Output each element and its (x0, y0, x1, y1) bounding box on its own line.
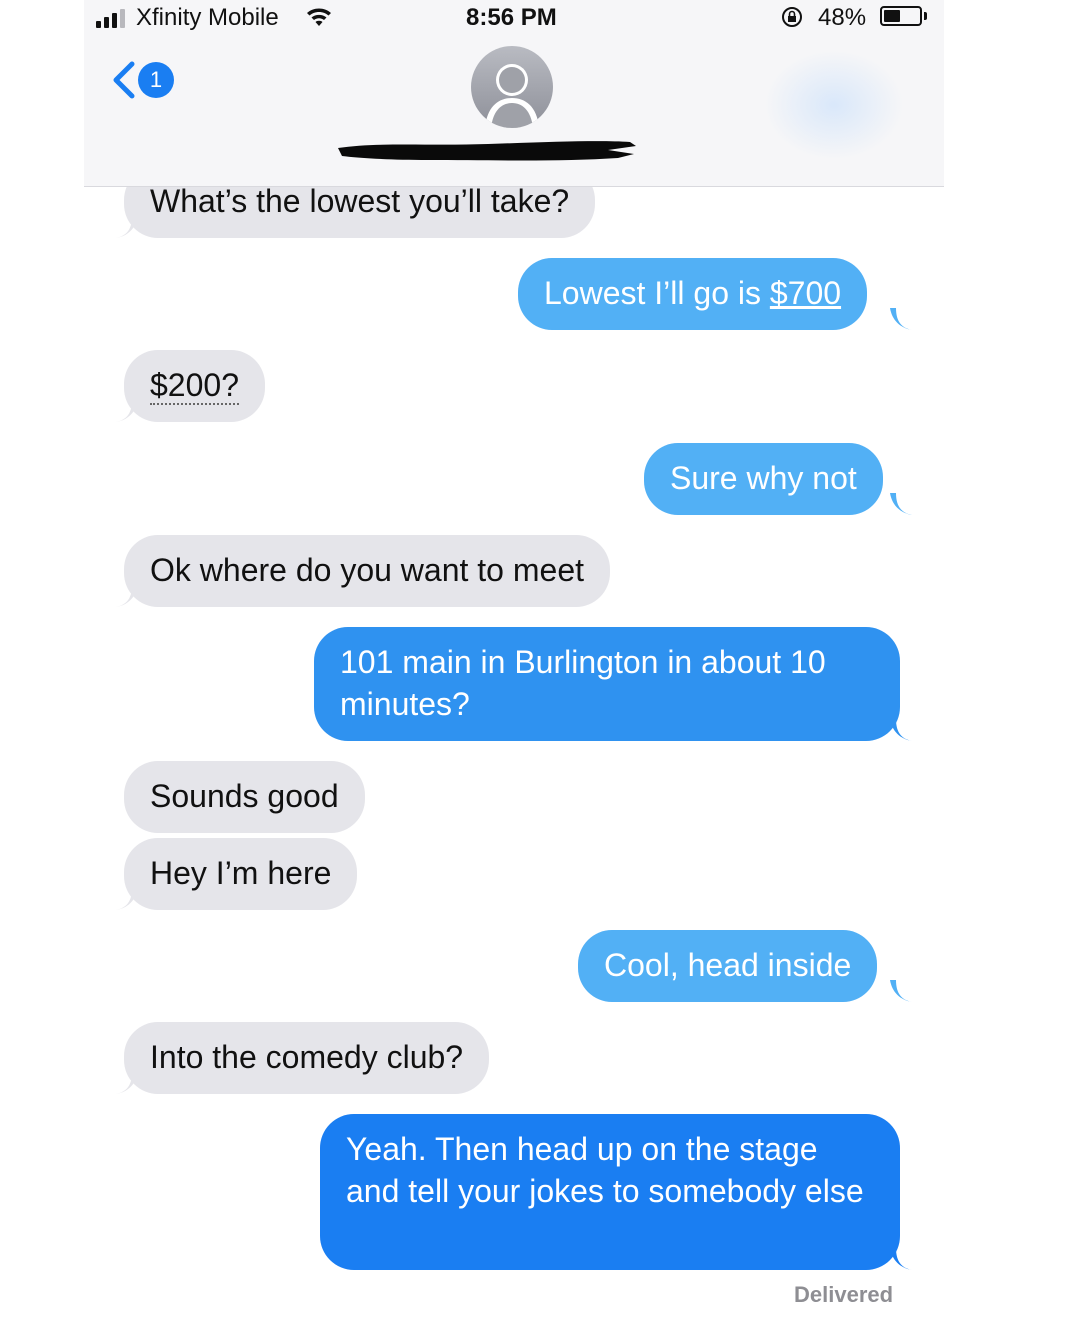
message-bubble-outgoing[interactable]: Lowest I’ll go is $700 (518, 258, 868, 330)
message-bubble-incoming[interactable]: Hey I’m here (124, 838, 358, 910)
message-text: Cool, head inside (604, 947, 852, 983)
delivered-status: Delivered (794, 1282, 894, 1307)
message-bubble-incoming[interactable]: Sounds good (124, 761, 365, 833)
message-bubble-outgoing[interactable]: Yeah. Then head up on the stage and tell… (320, 1114, 900, 1270)
battery-level (884, 10, 900, 22)
message-text: Hey I’m here (150, 855, 332, 891)
contact-avatar[interactable] (471, 46, 553, 128)
bubble-tail (116, 216, 138, 238)
info-button-blur (764, 50, 904, 160)
message-bubble-outgoing[interactable]: 101 main in Burlington in about 10 minut… (314, 627, 900, 741)
rotation-lock-icon (782, 7, 802, 27)
person-icon (485, 64, 539, 128)
message-bubble-outgoing[interactable]: Cool, head inside (578, 930, 878, 1002)
message-bubble-outgoing[interactable]: Sure why not (644, 443, 883, 515)
signal-icon (96, 9, 125, 28)
battery-percent: 48% (818, 4, 867, 31)
contact-name-redaction (338, 141, 636, 161)
money-link[interactable]: $700 (770, 275, 841, 311)
message-bubble-incoming[interactable]: Into the comedy club? (124, 1022, 490, 1094)
chevron-left-icon (113, 61, 135, 99)
message-text: 101 main in Burlington in about 10 minut… (340, 644, 826, 722)
message-text: Ok where do you want to meet (150, 552, 584, 588)
wifi-icon (307, 8, 331, 26)
message-text: What’s the lowest you’ll take? (150, 183, 570, 219)
carrier-name: Xfinity Mobile (136, 4, 279, 31)
battery-tip (924, 12, 927, 20)
bubble-tail (116, 585, 138, 607)
conversation-thread[interactable]: What’s the lowest you’ll take? Lowest I’… (84, 0, 944, 1327)
status-bar: Xfinity Mobile 8:56 PM 48% (84, 0, 944, 36)
bubble-tail (116, 1072, 138, 1094)
bubble-tail (116, 400, 138, 422)
bubble-tail (890, 1248, 912, 1270)
message-text: $200? (150, 367, 239, 405)
back-button[interactable]: 1 (108, 58, 178, 104)
message-text: Sure why not (670, 460, 857, 496)
bubble-tail (890, 719, 912, 741)
messages-screen: What’s the lowest you’ll take? Lowest I’… (84, 0, 944, 1327)
message-text: Into the comedy club? (150, 1039, 464, 1075)
conversation-header: Xfinity Mobile 8:56 PM 48% 1 (84, 0, 944, 187)
message-text: Lowest I’ll go is (544, 275, 770, 311)
battery-icon (880, 6, 922, 26)
status-time: 8:56 PM (466, 4, 557, 31)
bubble-tail (890, 308, 912, 330)
bubble-tail (890, 493, 912, 515)
bubble-tail (890, 980, 912, 1002)
message-bubble-incoming[interactable]: $200? (124, 350, 265, 422)
bubble-tail (116, 888, 138, 910)
message-bubble-incoming[interactable]: Ok where do you want to meet (124, 535, 610, 607)
message-text: Sounds good (150, 778, 339, 814)
unread-count-badge: 1 (138, 62, 174, 98)
message-text: Yeah. Then head up on the stage and tell… (346, 1131, 864, 1209)
